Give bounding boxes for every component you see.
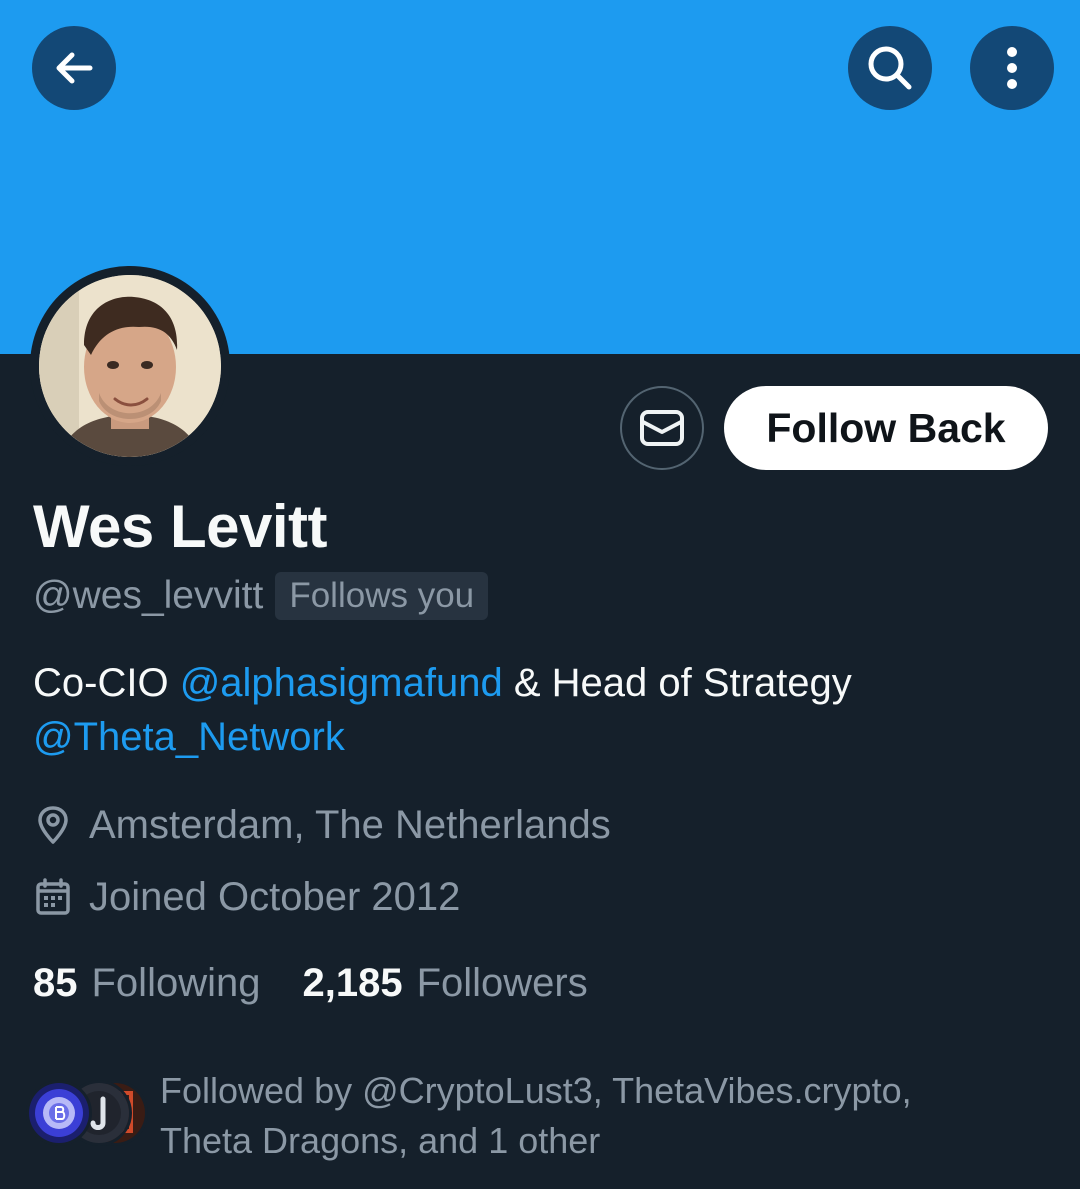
bio-mention-alphasigmafund[interactable]: @alphasigmafund [180,661,503,705]
bio-mention-theta-network[interactable]: @Theta_Network [33,715,345,759]
arrow-left-icon [56,52,93,84]
back-button[interactable] [32,26,116,110]
followers-label: Followers [416,960,588,1005]
profile-bio: Co-CIO @alphasigmafund & Head of Strateg… [33,656,1053,764]
followed-by-line: Theta Dragons, and 1 other [160,1120,601,1161]
location-pin-icon [33,805,73,845]
calendar-icon [33,877,73,917]
handle-row: @wes_levvitt Follows you [33,570,489,622]
follow-stats: 85 Following 2,185 Followers [33,956,588,1010]
followed-by-line: Followed by @CryptoLust3, ThetaVibes.cry… [160,1070,912,1111]
following-link[interactable]: 85 Following [33,961,260,1006]
followers-count: 2,185 [302,960,403,1005]
location-row: Amsterdam, The Netherlands [33,800,611,850]
display-name: Wes Levitt [33,493,327,560]
follower-avatar [26,1080,92,1146]
bio-text: Co-CIO [33,661,180,705]
location-text: Amsterdam, The Netherlands [89,802,611,847]
profile-avatar[interactable] [30,266,230,466]
joined-text: Joined October 2012 [89,874,461,919]
search-icon [868,46,912,90]
followed-by-section[interactable]: Followed by @CryptoLust3, ThetaVibes.cry… [26,1066,1066,1166]
avatar-image [39,275,221,457]
following-label: Following [91,960,261,1005]
user-handle: @wes_levvitt [33,574,264,617]
bio-text: & Head of Strategy [502,661,852,705]
followed-by-text: Followed by @CryptoLust3, ThetaVibes.cry… [160,1066,1040,1166]
more-options-button[interactable] [970,26,1054,110]
profile-screen: Follow Back Wes Levitt @wes_levvitt Foll… [0,0,1080,1189]
following-count: 85 [33,960,78,1005]
follows-you-badge: Follows you [275,572,489,620]
followed-by-avatars [26,1080,156,1146]
followers-link[interactable]: 2,185 Followers [302,961,587,1006]
joined-row: Joined October 2012 [33,872,460,922]
message-button[interactable] [620,386,704,470]
search-button[interactable] [848,26,932,110]
more-vertical-icon [1007,47,1017,89]
follow-back-button[interactable]: Follow Back [724,386,1048,470]
mail-icon [640,410,684,446]
